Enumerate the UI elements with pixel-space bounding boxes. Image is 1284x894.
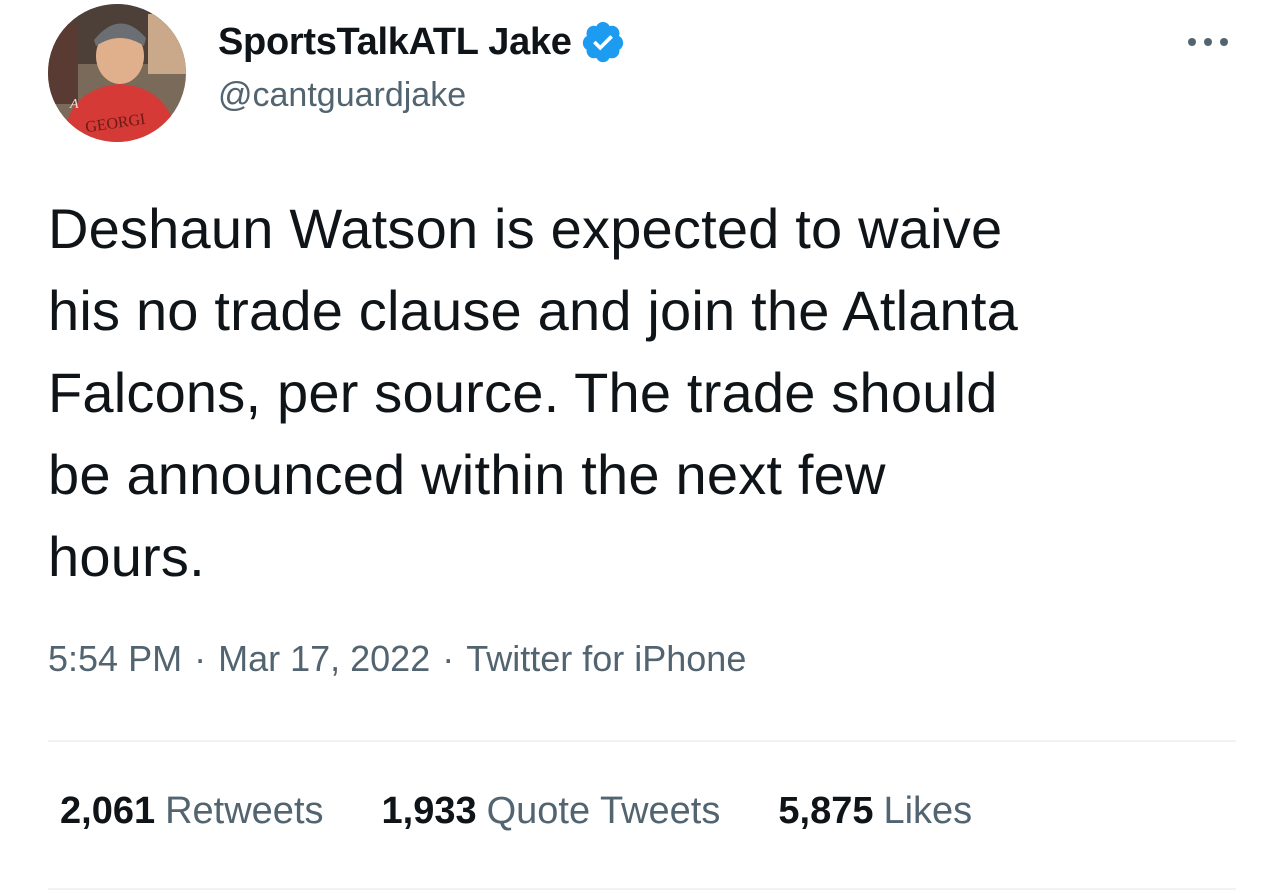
tweet-text: Deshaun Watson is expected to waive his …	[48, 197, 1019, 588]
display-name[interactable]: SportsTalkATL Jake	[218, 21, 572, 64]
quote-tweets-stat[interactable]: 1,933 Quote Tweets	[382, 790, 721, 833]
avatar-photo: GEORGI A	[48, 4, 186, 142]
divider	[48, 888, 1236, 890]
retweets-count: 2,061	[60, 790, 156, 832]
verified-badge-icon	[582, 21, 623, 63]
more-dot	[1220, 38, 1228, 46]
avatar[interactable]: GEORGI A	[48, 4, 186, 142]
meta-separator: ·	[442, 638, 455, 679]
tweet-metadata: 5:54 PM · Mar 17, 2022 · Twitter for iPhone	[48, 638, 746, 680]
author-info: SportsTalkATL Jake @cantguardjake	[218, 18, 626, 115]
svg-text:A: A	[69, 97, 79, 112]
tweet-card: GEORGI A SportsTalkATL Jake @cantguardja…	[0, 0, 1284, 894]
likes-label: Likes	[883, 790, 973, 832]
quote-tweets-label: Quote Tweets	[486, 790, 721, 832]
divider	[48, 740, 1236, 742]
tweet-source[interactable]: Twitter for iPhone	[466, 638, 746, 679]
more-dot	[1188, 38, 1196, 46]
likes-count: 5,875	[778, 790, 874, 832]
meta-separator: ·	[194, 638, 207, 679]
engagement-stats: 2,061 Retweets 1,933 Quote Tweets 5,875 Lik…	[60, 790, 1030, 833]
likes-stat[interactable]: 5,875 Likes	[778, 790, 972, 833]
retweets-label: Retweets	[165, 790, 324, 832]
more-dot	[1204, 38, 1212, 46]
handle[interactable]: @cantguardjake	[218, 76, 626, 115]
tweet-time[interactable]: 5:54 PM	[48, 638, 182, 679]
tweet-date[interactable]: Mar 17, 2022	[218, 638, 430, 679]
more-options-icon[interactable]	[1184, 28, 1232, 56]
quote-tweets-count: 1,933	[381, 790, 477, 832]
name-row: SportsTalkATL Jake	[218, 18, 626, 66]
retweets-stat[interactable]: 2,061 Retweets	[60, 790, 324, 833]
